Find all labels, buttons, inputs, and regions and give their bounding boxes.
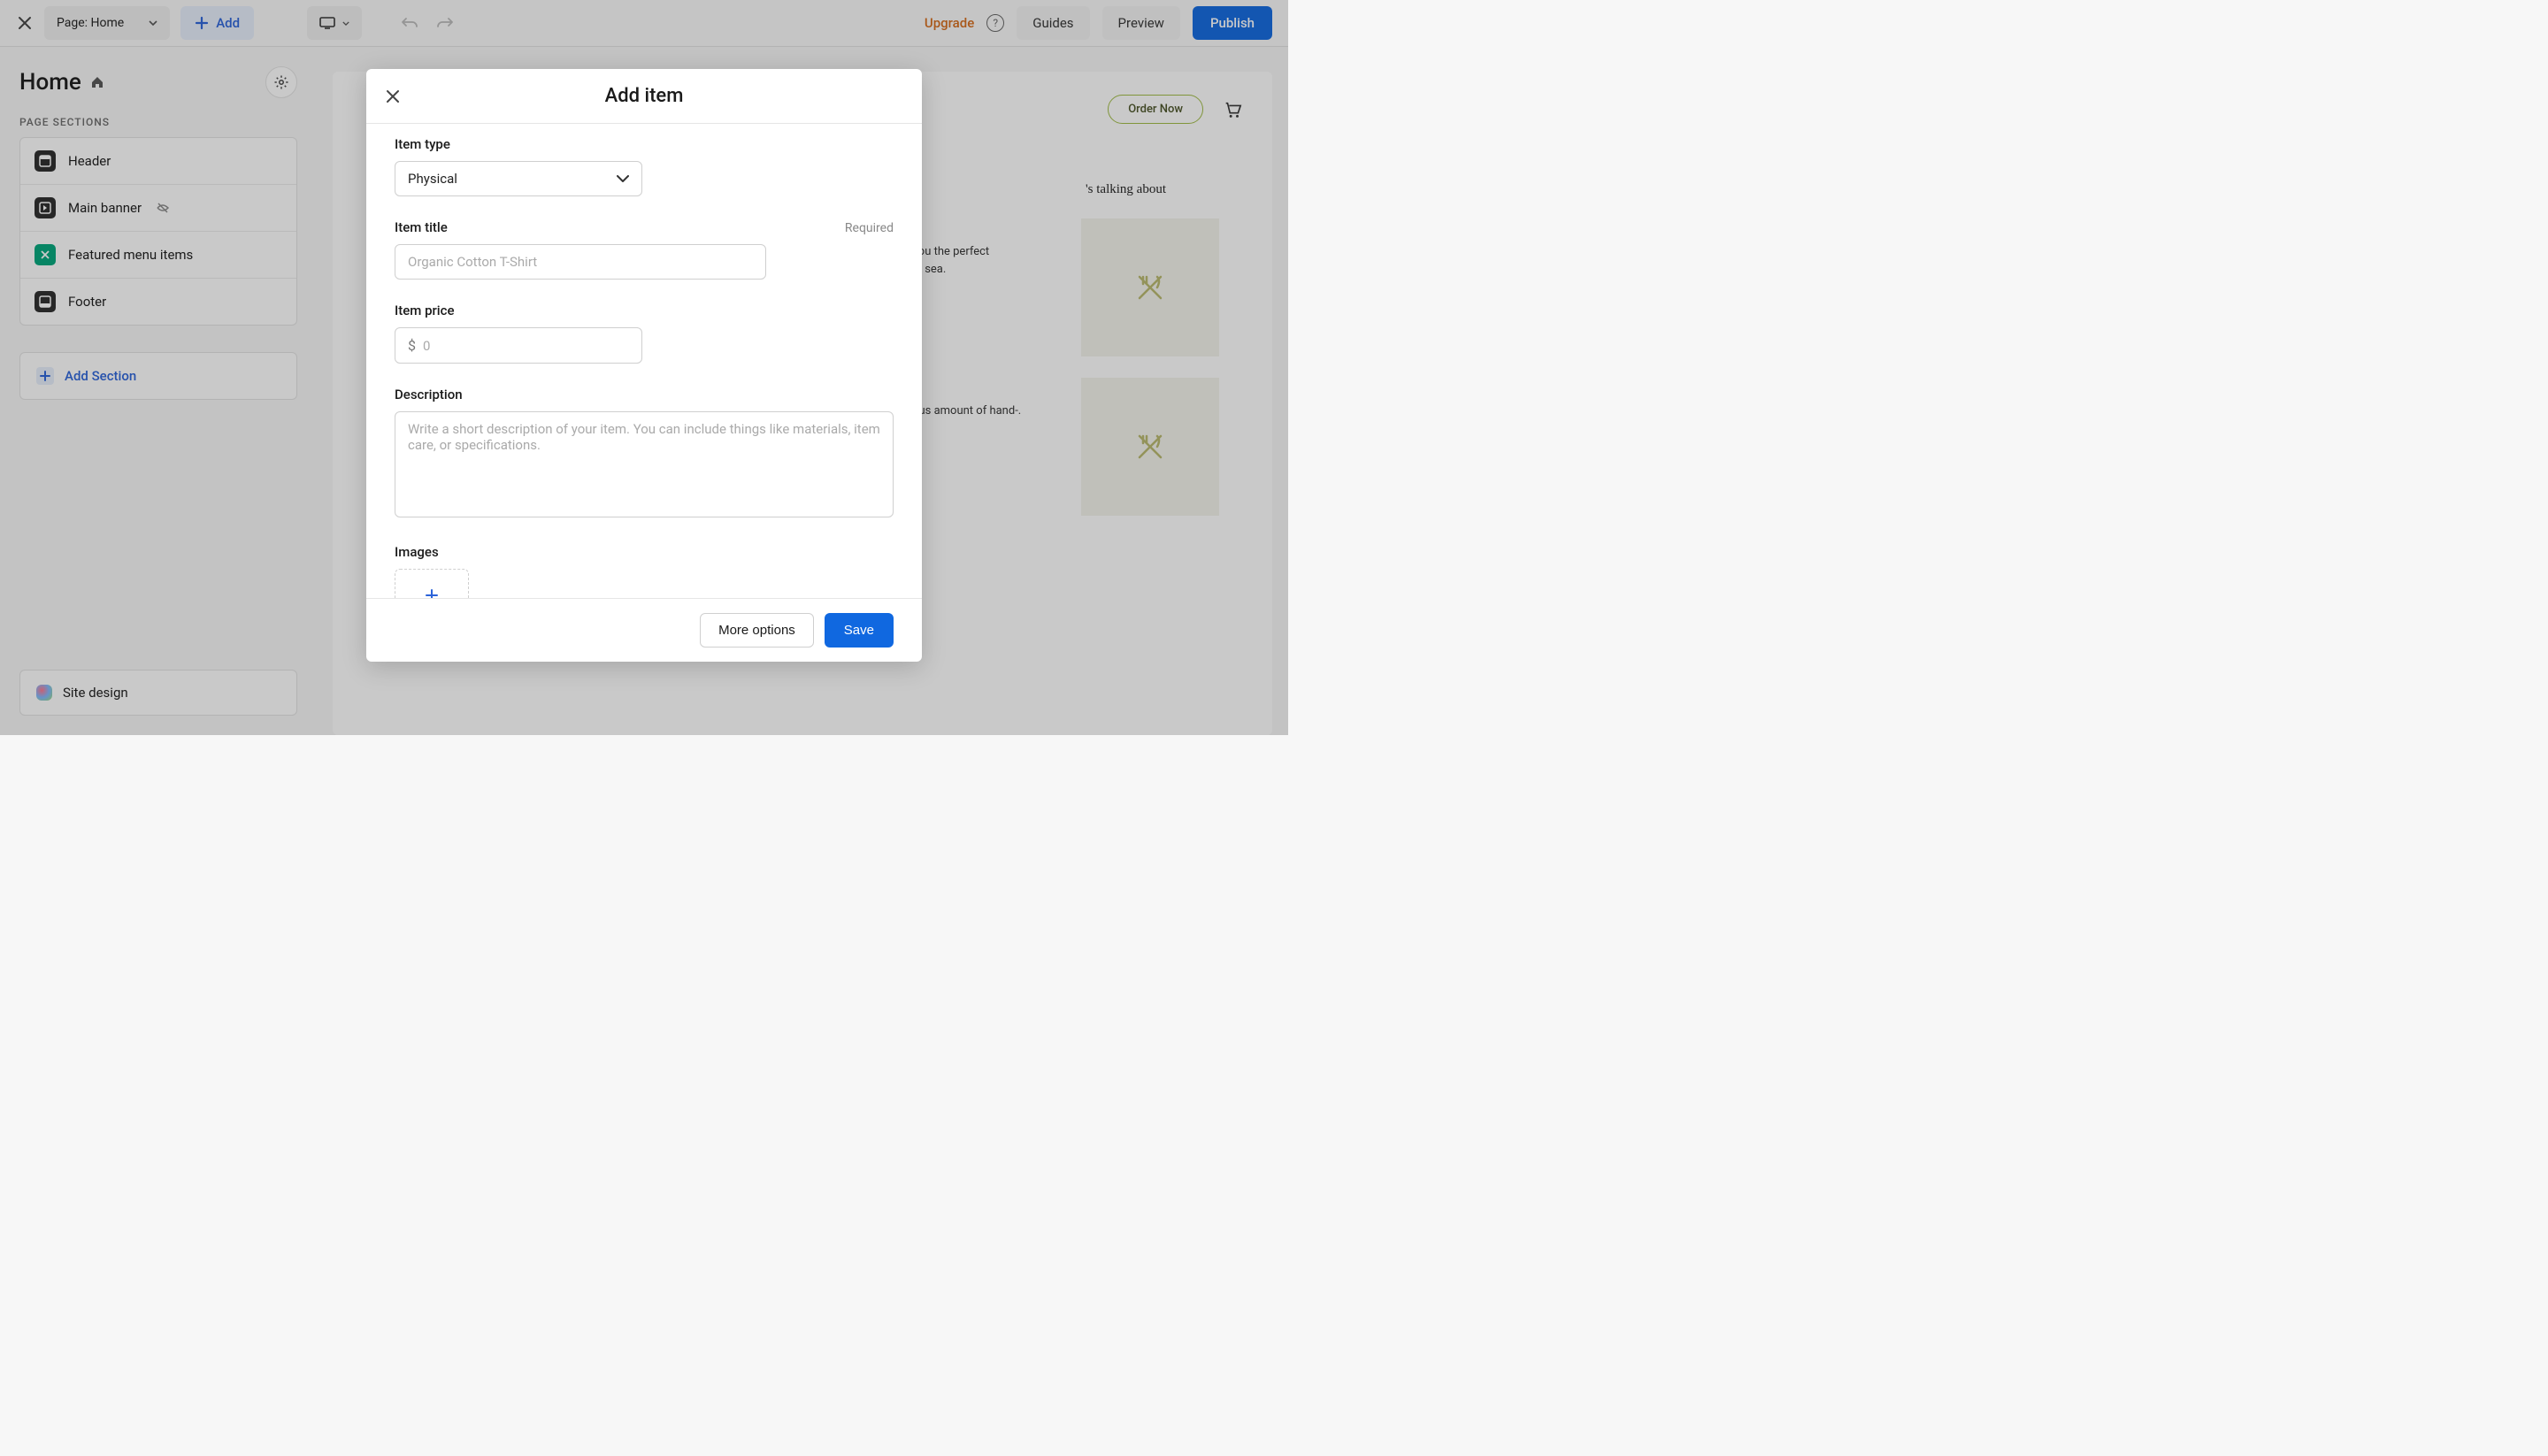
images-label: Images (395, 544, 894, 560)
item-title-input[interactable] (395, 244, 766, 280)
item-type-select[interactable]: Physical (395, 161, 642, 196)
modal-close-button[interactable] (386, 89, 400, 103)
item-type-value: Physical (408, 171, 457, 187)
item-title-required: Required (845, 221, 894, 235)
item-price-input[interactable] (423, 338, 629, 354)
price-prefix: $ (408, 337, 416, 354)
item-price-label: Item price (395, 303, 894, 318)
item-title-label: Item title (395, 219, 448, 235)
modal-title: Add item (386, 85, 902, 107)
description-textarea[interactable] (395, 411, 894, 517)
description-label: Description (395, 387, 894, 402)
item-type-label: Item type (395, 136, 894, 152)
add-item-modal: Add item Item type Physical Item title R… (366, 69, 922, 662)
close-icon (386, 89, 400, 103)
modal-overlay[interactable]: Add item Item type Physical Item title R… (0, 0, 1288, 735)
chevron-down-icon (617, 175, 629, 183)
more-options-button[interactable]: More options (700, 613, 814, 648)
item-price-input-wrapper: $ (395, 327, 642, 364)
image-upload-button[interactable] (395, 569, 469, 598)
save-button[interactable]: Save (825, 613, 894, 648)
plus-icon (425, 588, 439, 598)
